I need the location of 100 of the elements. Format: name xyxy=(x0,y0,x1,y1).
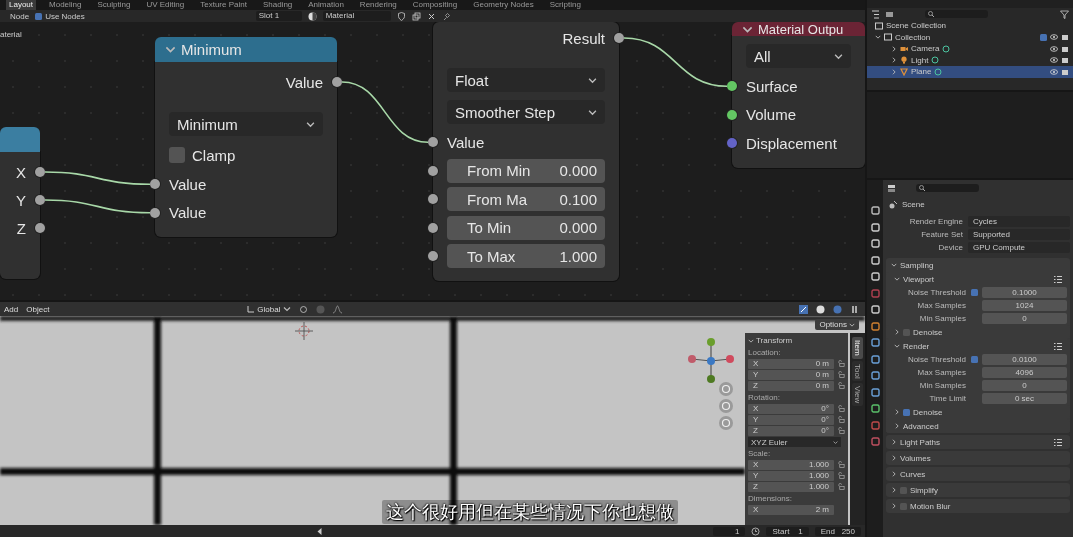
orientation-dropdown[interactable]: Global xyxy=(247,304,292,314)
chevron-right-icon[interactable] xyxy=(891,471,897,477)
chevron-down-icon[interactable] xyxy=(891,262,897,268)
number-field[interactable]: 0.1000 xyxy=(982,287,1067,298)
eye-icon[interactable] xyxy=(1050,44,1058,53)
panel-header[interactable]: Viewport xyxy=(886,272,1070,286)
dropdown[interactable]: Supported xyxy=(968,229,1070,240)
socket-icon[interactable] xyxy=(727,81,737,92)
socket-icon[interactable] xyxy=(150,207,160,218)
chevron-right-icon[interactable] xyxy=(891,439,897,445)
workspace-tab[interactable]: Compositing xyxy=(409,0,461,10)
panel-header[interactable]: Light Paths xyxy=(886,435,1070,449)
panel-header[interactable]: Curves xyxy=(886,467,1070,481)
pin-icon[interactable] xyxy=(441,11,451,21)
close-icon[interactable] xyxy=(426,11,436,21)
chevron-down-icon[interactable] xyxy=(833,439,838,445)
number-field[interactable]: Z 0 m xyxy=(748,380,834,391)
workspace-tab[interactable]: Animation xyxy=(305,0,347,10)
unlocked-lock-icon[interactable] xyxy=(838,405,845,412)
workspace-tab[interactable]: Geometry Nodes xyxy=(470,0,537,10)
panel-header[interactable]: Advanced xyxy=(886,419,1070,433)
checkbox[interactable] xyxy=(903,328,910,336)
chevron-right-icon[interactable] xyxy=(891,45,897,52)
checkbox[interactable] xyxy=(35,12,43,20)
number-field[interactable]: Y 0° xyxy=(748,414,834,425)
panel-header[interactable]: Render xyxy=(886,339,1070,353)
checkbox[interactable] xyxy=(903,408,910,416)
pause-icon[interactable] xyxy=(850,304,859,314)
number-field[interactable]: Y 0 m xyxy=(748,369,834,380)
chevron-right-icon[interactable] xyxy=(891,487,897,493)
socket-icon[interactable] xyxy=(35,223,45,233)
number-field[interactable]: X 0° xyxy=(748,403,834,414)
outliner-item[interactable]: Collection xyxy=(895,32,931,42)
eye-icon[interactable] xyxy=(1050,56,1058,65)
workspace-tab[interactable]: Sculpting xyxy=(94,0,134,10)
workspace-tab[interactable]: UV Editing xyxy=(143,0,188,10)
sidebar-tab[interactable]: View xyxy=(852,383,863,407)
socket-icon[interactable] xyxy=(428,137,438,148)
chevron-down-icon[interactable] xyxy=(894,343,900,349)
sidebar-tab[interactable]: Item xyxy=(852,337,863,359)
panel-header[interactable]: Transform xyxy=(748,335,845,346)
chevron-right-icon[interactable] xyxy=(891,503,897,509)
unlocked-lock-icon[interactable] xyxy=(838,461,845,468)
number-field[interactable]: 0 xyxy=(982,313,1067,324)
chevron-right-icon[interactable] xyxy=(891,57,897,64)
options-button[interactable]: Options xyxy=(815,319,859,330)
presets-icon[interactable] xyxy=(1054,438,1062,446)
node-dropdown[interactable]: Float xyxy=(447,68,605,92)
unlocked-lock-icon[interactable] xyxy=(838,371,845,378)
panel-header[interactable]: Simplify xyxy=(886,483,1070,497)
number-field[interactable]: To Max 1.000 xyxy=(447,244,605,269)
checkbox[interactable] xyxy=(971,289,978,296)
node-header[interactable] xyxy=(0,127,40,152)
unlocked-lock-icon[interactable] xyxy=(838,427,845,434)
slot-dropdown[interactable]: Slot 1 xyxy=(255,11,302,21)
workspace-tab[interactable]: Shading xyxy=(259,0,296,10)
outliner-row[interactable]: Plane xyxy=(867,66,1073,78)
outliner-row[interactable]: Light xyxy=(867,54,1073,66)
current-frame-field[interactable]: 1 xyxy=(713,526,746,536)
material-sphere-icon[interactable] xyxy=(307,11,317,21)
outliner-row[interactable]: Camera xyxy=(867,43,1073,55)
chevron-down-icon[interactable] xyxy=(875,34,881,41)
chevron-right-icon[interactable] xyxy=(894,409,900,415)
panel-header[interactable]: Denoise xyxy=(886,325,1070,339)
number-field[interactable]: X 0 m xyxy=(748,358,834,369)
unlocked-lock-icon[interactable] xyxy=(838,483,845,490)
outliner-item[interactable]: Scene Collection xyxy=(886,21,947,31)
panel-header[interactable]: Sampling xyxy=(886,258,1070,272)
dropdown[interactable]: Cycles xyxy=(968,216,1070,227)
unlocked-lock-icon[interactable] xyxy=(838,360,845,367)
workspace-tab[interactable]: Rendering xyxy=(356,0,400,10)
search-field[interactable] xyxy=(916,184,979,192)
number-field[interactable]: Y 1.000 xyxy=(748,470,834,481)
socket-icon[interactable] xyxy=(35,195,45,205)
number-field[interactable]: From Ma 0.100 xyxy=(447,187,605,212)
presets-icon[interactable] xyxy=(1054,342,1062,350)
unlocked-lock-icon[interactable] xyxy=(838,472,845,479)
display-mode-icon[interactable] xyxy=(871,9,880,19)
chevron-down-icon[interactable] xyxy=(283,305,292,313)
chevron-down-icon[interactable] xyxy=(588,107,597,117)
node-header[interactable]: Minimum xyxy=(155,37,337,62)
node-dropdown[interactable]: Smoother Step xyxy=(447,100,605,124)
number-field[interactable]: X 2 m xyxy=(748,504,834,515)
socket-icon[interactable] xyxy=(35,167,45,177)
gizmo-toggle-icon[interactable] xyxy=(799,304,808,314)
pivot-icon[interactable] xyxy=(299,304,309,314)
axis-gizmo-icon[interactable] xyxy=(686,336,736,386)
menu-item[interactable]: Add xyxy=(4,304,19,314)
menu-item[interactable]: Object xyxy=(26,304,50,314)
dropdown[interactable]: GPU Compute xyxy=(968,242,1070,253)
clock-icon[interactable] xyxy=(751,526,761,536)
number-field[interactable]: 0 sec xyxy=(982,393,1067,404)
checkbox[interactable] xyxy=(971,356,978,363)
start-frame-field[interactable]: Start 1 xyxy=(766,526,809,536)
chevron-down-icon[interactable] xyxy=(748,337,754,344)
outliner-item[interactable]: Camera xyxy=(911,44,940,54)
checkbox[interactable] xyxy=(169,147,185,163)
panel-header[interactable]: Denoise xyxy=(886,405,1070,419)
checkbox[interactable] xyxy=(900,486,907,494)
copy-icon[interactable] xyxy=(411,11,421,21)
